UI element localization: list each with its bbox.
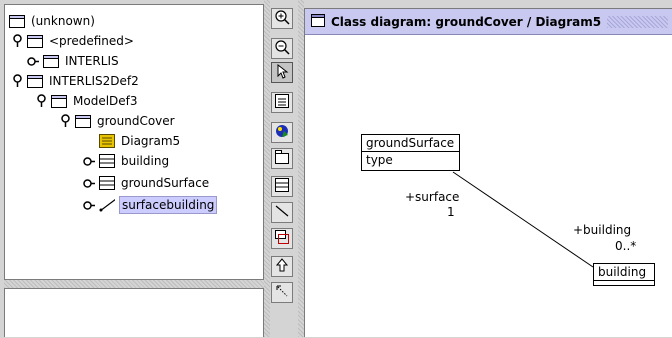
class-icon bbox=[274, 177, 290, 197]
association-tool-button[interactable] bbox=[271, 202, 293, 223]
pan-icon bbox=[274, 123, 290, 143]
class-name: building bbox=[594, 264, 654, 281]
note-tool-button[interactable] bbox=[271, 228, 293, 249]
expand-handle-icon[interactable] bbox=[11, 34, 23, 47]
expand-handle-icon[interactable] bbox=[11, 74, 23, 87]
class-name: groundSurface bbox=[362, 135, 459, 152]
collapse-handle-icon[interactable] bbox=[83, 177, 95, 189]
pointer-icon bbox=[274, 63, 290, 83]
expand-handle-icon[interactable] bbox=[35, 94, 47, 107]
zoom-in-button[interactable] bbox=[271, 8, 293, 29]
tree-node-label: surfacebuilding bbox=[119, 196, 218, 214]
collapse-handle-icon[interactable] bbox=[83, 155, 95, 167]
tree-node-label: building bbox=[121, 154, 170, 168]
tree-node-modeldef3[interactable]: ModelDef3 bbox=[35, 91, 140, 111]
zoom-in-icon bbox=[274, 9, 290, 29]
folder-icon bbox=[27, 34, 43, 48]
diagram-icon bbox=[99, 134, 115, 148]
tree-node-root[interactable]: (unknown) bbox=[9, 11, 97, 31]
line-icon bbox=[274, 203, 290, 223]
package-tool-button[interactable] bbox=[271, 148, 293, 169]
class-tool-button[interactable] bbox=[271, 176, 293, 197]
horizontal-splitter[interactable] bbox=[4, 280, 264, 288]
dependency-tool-button[interactable] bbox=[271, 282, 293, 303]
tree-node-label: (unknown) bbox=[31, 14, 95, 28]
package-icon bbox=[274, 149, 290, 169]
class-attribute: type bbox=[366, 153, 393, 167]
folder-icon bbox=[9, 14, 25, 28]
class-box-groundsurface[interactable]: groundSurface type bbox=[361, 134, 460, 171]
class-attributes-empty bbox=[594, 281, 654, 285]
folder-icon bbox=[27, 74, 43, 88]
note-icon bbox=[274, 229, 290, 249]
folder-icon bbox=[43, 54, 59, 68]
association-line[interactable] bbox=[305, 9, 672, 338]
tree-node-groundcover[interactable]: groundCover bbox=[59, 111, 177, 131]
inheritance-tool-button[interactable] bbox=[271, 256, 293, 277]
class-icon bbox=[99, 176, 115, 190]
collapse-handle-icon[interactable] bbox=[83, 199, 95, 211]
tree-node-interlis2def2[interactable]: INTERLIS2Def2 bbox=[11, 71, 141, 91]
diagram-palette bbox=[270, 4, 298, 310]
tree-node-label: ModelDef3 bbox=[73, 94, 138, 108]
tree-node-predefined[interactable]: <predefined> bbox=[11, 31, 136, 51]
association-icon bbox=[99, 198, 115, 212]
zoom-out-icon bbox=[274, 39, 290, 59]
expand-handle-icon[interactable] bbox=[59, 114, 71, 127]
tree-node-building[interactable]: building bbox=[83, 151, 171, 171]
class-box-building[interactable]: building bbox=[593, 263, 655, 286]
tree-node-label: <predefined> bbox=[49, 34, 134, 48]
dependency-icon bbox=[274, 283, 290, 303]
tree-node-interlis[interactable]: INTERLIS bbox=[27, 51, 121, 71]
pan-tool-button[interactable] bbox=[271, 122, 293, 143]
tree-node-diagram5[interactable]: Diagram5 bbox=[99, 131, 182, 151]
tree-node-groundsurface[interactable]: groundSurface bbox=[83, 173, 211, 193]
model-tree-panel: (unknown) <predefined> INTERLIS INTERLIS… bbox=[4, 4, 264, 280]
multiplicity-surface: 1 bbox=[447, 205, 455, 219]
tree-node-label: groundCover bbox=[97, 114, 175, 128]
role-label-surface: +surface bbox=[405, 190, 460, 204]
tree-node-label: groundSurface bbox=[121, 176, 210, 190]
tree-node-label: INTERLIS2Def2 bbox=[49, 74, 139, 88]
tree-node-label: INTERLIS bbox=[65, 54, 119, 68]
folder-icon bbox=[51, 94, 67, 108]
collapse-handle-icon[interactable] bbox=[27, 55, 39, 67]
role-label-building: +building bbox=[573, 223, 632, 237]
details-panel bbox=[4, 288, 264, 337]
folder-icon bbox=[75, 114, 91, 128]
tree-node-label: Diagram5 bbox=[121, 134, 181, 148]
text-icon bbox=[274, 93, 290, 113]
select-tool-button[interactable] bbox=[271, 62, 293, 83]
tree-node-surfacebuilding[interactable]: surfacebuilding bbox=[83, 195, 218, 215]
diagram-window: Class diagram: groundCover / Diagram5 gr… bbox=[304, 8, 672, 337]
inheritance-icon bbox=[274, 257, 290, 277]
zoom-out-button[interactable] bbox=[271, 38, 293, 59]
class-icon bbox=[99, 154, 115, 168]
multiplicity-building: 0..* bbox=[615, 239, 637, 253]
text-tool-button[interactable] bbox=[271, 92, 293, 113]
